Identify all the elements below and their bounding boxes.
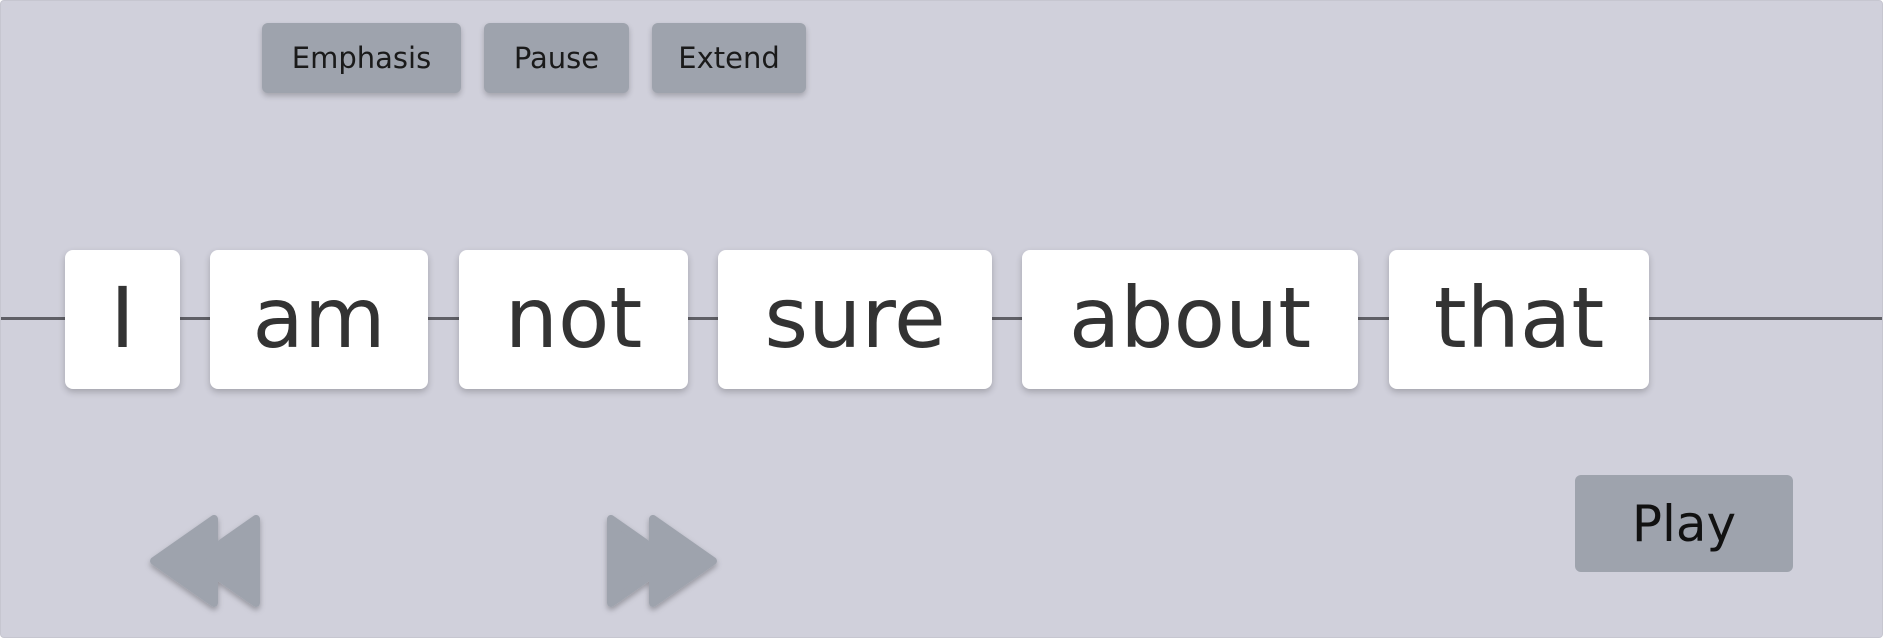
fast-forward-button[interactable] xyxy=(601,511,721,611)
play-button[interactable]: Play xyxy=(1575,475,1793,572)
word-card[interactable]: am xyxy=(210,250,428,389)
app-window: Emphasis Pause Extend I am not sure abou… xyxy=(0,0,1883,638)
word-card[interactable]: I xyxy=(65,250,180,389)
rewind-button[interactable] xyxy=(146,511,266,611)
extend-button[interactable]: Extend xyxy=(652,23,806,93)
word-card[interactable]: sure xyxy=(718,250,992,389)
word-card[interactable]: about xyxy=(1022,250,1358,389)
word-card[interactable]: not xyxy=(459,250,688,389)
word-card[interactable]: that xyxy=(1389,250,1649,389)
pause-button[interactable]: Pause xyxy=(484,23,629,93)
rewind-icon xyxy=(150,515,260,607)
emphasis-button[interactable]: Emphasis xyxy=(262,23,461,93)
fast-forward-icon xyxy=(607,515,717,607)
